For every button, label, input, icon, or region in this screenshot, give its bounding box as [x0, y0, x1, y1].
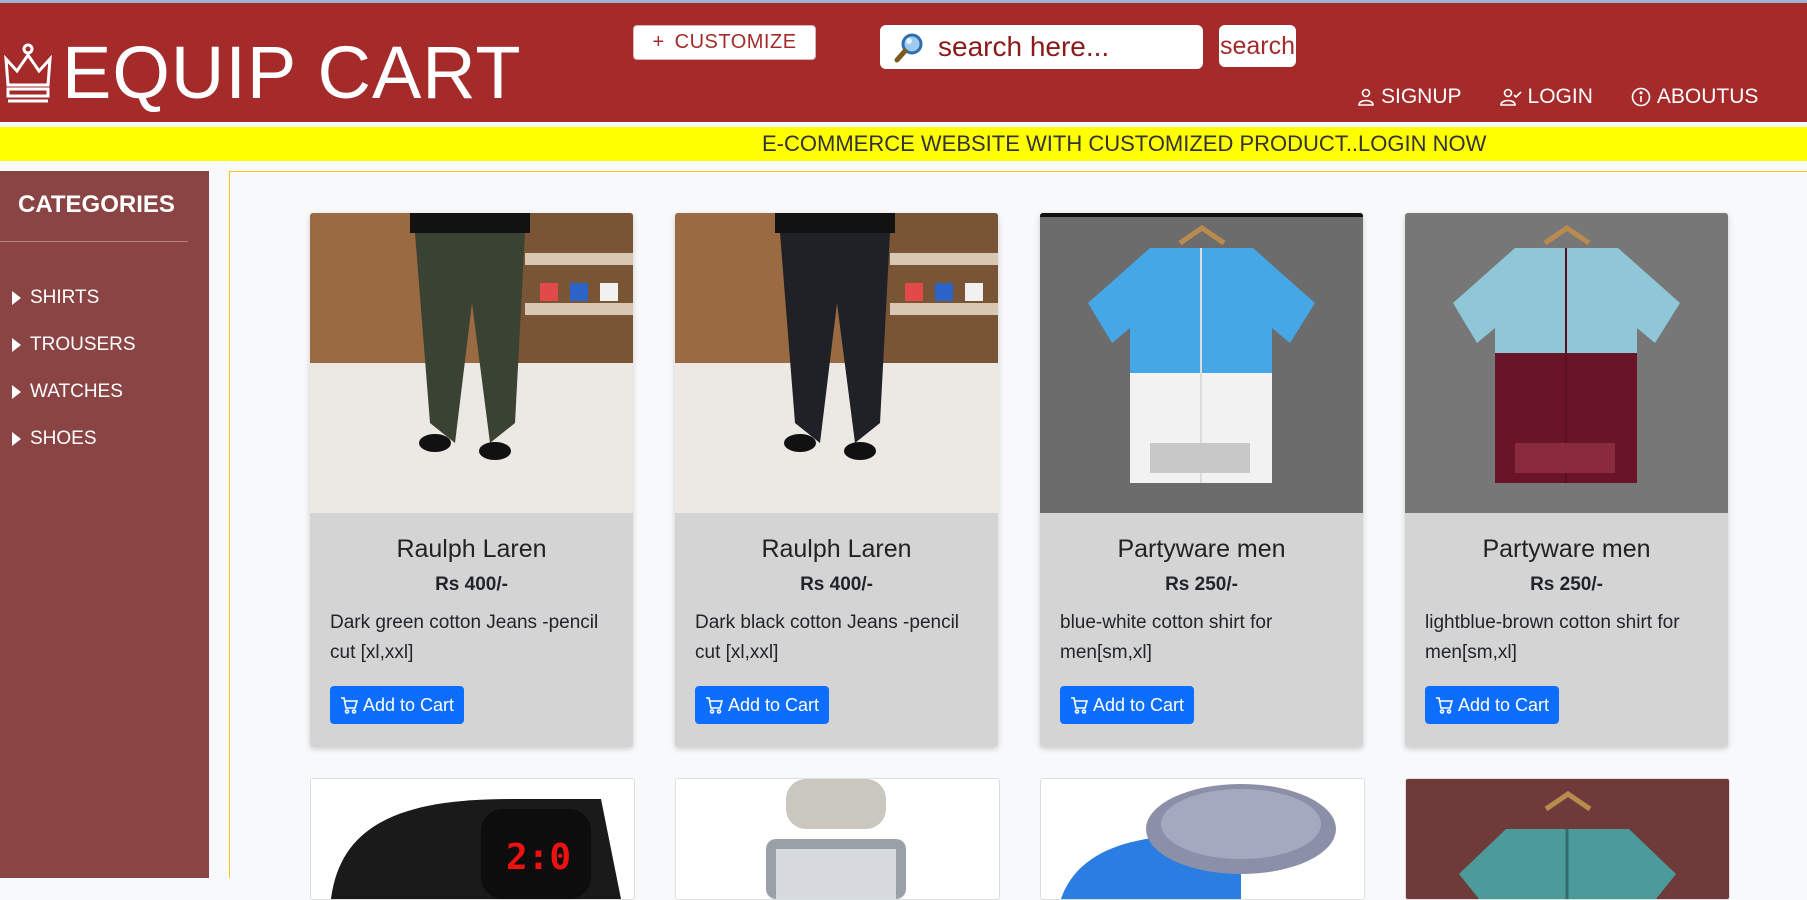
category-trousers[interactable]: TROUSERS [12, 321, 136, 368]
top-nav: SIGNUP LOGIN ABOUTUS [1357, 85, 1796, 109]
product-description: Dark green cotton Jeans -pencil cut [xl,… [330, 612, 599, 663]
product-price: Rs 400/- [800, 574, 873, 595]
nav-label: LOGIN [1527, 85, 1593, 108]
category-label: TROUSERS [30, 333, 136, 355]
customize-button[interactable]: + CUSTOMIZE [633, 25, 816, 60]
product-image[interactable] [310, 213, 633, 513]
product-description: Dark black cotton Jeans -pencil cut [xl,… [695, 612, 960, 663]
product-info: Partyware men Rs 250/- lightblue-brown c… [1405, 535, 1728, 670]
plus-icon: + [652, 31, 665, 53]
category-label: SHIRTS [30, 286, 100, 308]
product-image[interactable] [1406, 779, 1729, 899]
product-name: Raulph Laren [396, 535, 547, 563]
product-image[interactable] [1041, 779, 1364, 899]
product-image[interactable] [676, 779, 999, 899]
product-grid: Raulph Laren Rs 400/- Dark green cotton … [229, 171, 1807, 900]
product-info: Partyware men Rs 250/- blue-white cotton… [1040, 535, 1363, 670]
cart-label: Add to Cart [1458, 694, 1550, 715]
add-to-cart-button[interactable]: Add to Cart [330, 686, 465, 724]
product-image[interactable] [1405, 213, 1728, 513]
product-card [1405, 778, 1730, 900]
brand-logo[interactable]: EQUIP CART [0, 33, 522, 113]
product-info: Raulph Laren Rs 400/- Dark black cotton … [675, 535, 998, 670]
category-label: SHOES [30, 427, 97, 449]
product-info: Raulph Laren Rs 400/- Dark green cotton … [310, 535, 633, 670]
info-icon [1631, 87, 1651, 107]
cart-icon [1071, 697, 1088, 714]
product-card: 2:0 [310, 778, 635, 900]
product-name: Raulph Laren [761, 535, 912, 563]
caret-right-icon [12, 290, 21, 305]
user-check-icon [1499, 88, 1522, 106]
product-name: Partyware men [1482, 535, 1651, 563]
category-label: WATCHES [30, 380, 123, 402]
brand-title: EQUIP CART [62, 31, 522, 114]
product-card: Partyware men Rs 250/- blue-white cotton… [1040, 213, 1363, 747]
magnifier-icon [894, 33, 923, 63]
product-image[interactable] [1040, 213, 1363, 513]
nav-login[interactable]: LOGIN [1499, 85, 1593, 109]
product-card [1040, 778, 1365, 900]
category-sidebar: CATEGORIES SHIRTS TROUSERS WATCHES SHOES [0, 171, 209, 878]
product-card: Raulph Laren Rs 400/- Dark black cotton … [675, 213, 998, 747]
product-card [675, 778, 1000, 900]
sidebar-title: CATEGORIES [18, 191, 175, 218]
category-watches[interactable]: WATCHES [12, 368, 136, 415]
search-button[interactable]: search [1219, 25, 1296, 67]
cart-icon [706, 697, 723, 714]
product-card: Raulph Laren Rs 400/- Dark green cotton … [310, 213, 633, 747]
nav-signup[interactable]: SIGNUP [1357, 85, 1462, 109]
customize-label: CUSTOMIZE [674, 31, 797, 53]
marquee-text: E-COMMERCE WEBSITE WITH CUSTOMIZED PRODU… [762, 131, 1487, 156]
site-header: EQUIP CART + CUSTOMIZE search SIGNUP LOG… [0, 3, 1807, 122]
product-image[interactable]: 2:0 [311, 779, 634, 899]
add-to-cart-button[interactable]: Add to Cart [1060, 686, 1195, 724]
sidebar-divider [0, 241, 188, 242]
add-to-cart-button[interactable]: Add to Cart [695, 686, 830, 724]
caret-right-icon [12, 384, 21, 399]
category-shoes[interactable]: SHOES [12, 415, 136, 462]
product-price: Rs 400/- [435, 574, 508, 595]
caret-right-icon [12, 431, 21, 446]
user-icon [1358, 88, 1374, 106]
product-image[interactable] [675, 213, 998, 513]
cart-icon [1436, 697, 1453, 714]
product-name: Partyware men [1117, 535, 1286, 563]
crown-icon [0, 33, 56, 113]
add-to-cart-button[interactable]: Add to Cart [1425, 686, 1560, 724]
product-price: Rs 250/- [1165, 574, 1238, 595]
search-box [880, 25, 1203, 69]
cart-label: Add to Cart [1093, 694, 1185, 715]
cart-label: Add to Cart [728, 694, 820, 715]
caret-right-icon [12, 337, 21, 352]
product-description: blue-white cotton shirt for men[sm,xl] [1060, 612, 1273, 663]
svg-text:2:0: 2:0 [506, 837, 571, 878]
nav-aboutus[interactable]: ABOUTUS [1631, 85, 1759, 109]
category-shirts[interactable]: SHIRTS [12, 274, 136, 321]
nav-label: SIGNUP [1381, 85, 1462, 108]
cart-label: Add to Cart [363, 694, 455, 715]
cart-icon [341, 697, 358, 714]
product-price: Rs 250/- [1530, 574, 1603, 595]
product-card: Partyware men Rs 250/- lightblue-brown c… [1405, 213, 1728, 747]
search-input[interactable] [936, 30, 1190, 64]
nav-label: ABOUTUS [1656, 85, 1759, 108]
product-description: lightblue-brown cotton shirt for men[sm,… [1425, 612, 1680, 663]
category-list: SHIRTS TROUSERS WATCHES SHOES [12, 274, 136, 462]
announcement-marquee: E-COMMERCE WEBSITE WITH CUSTOMIZED PRODU… [0, 127, 1807, 161]
